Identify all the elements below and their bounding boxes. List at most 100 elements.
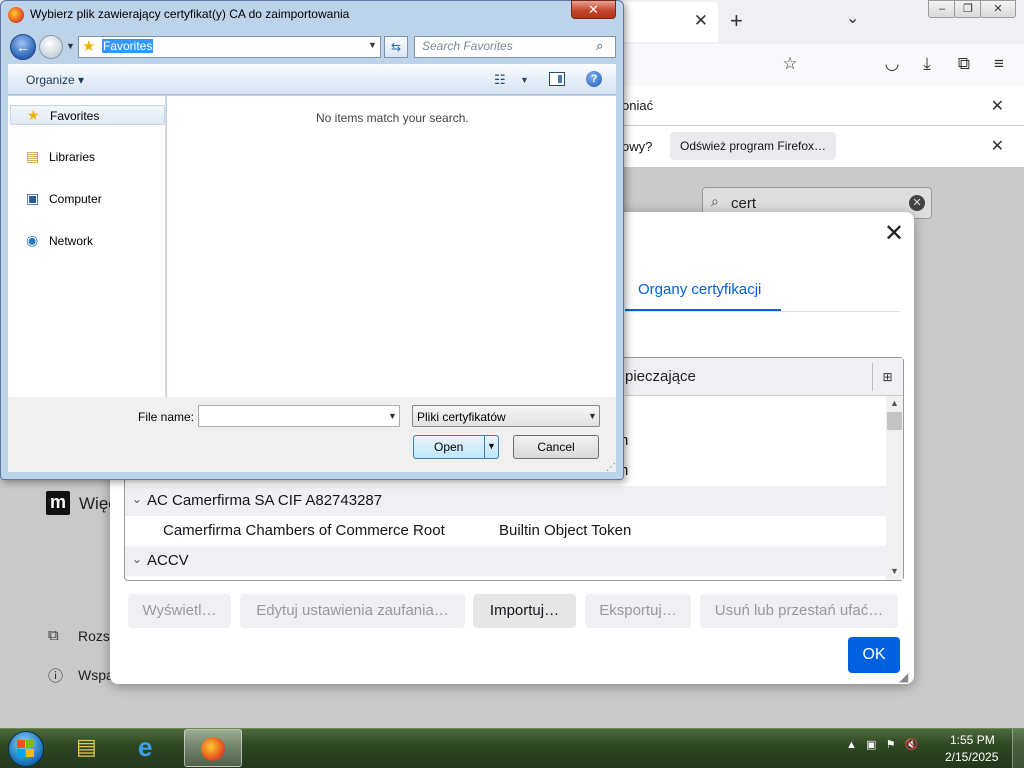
expand-chevron-icon[interactable]: ⌄ bbox=[132, 492, 142, 506]
menu-icon[interactable]: ≡ bbox=[988, 54, 1010, 74]
view-dropdown-icon[interactable]: ▼ bbox=[520, 75, 529, 85]
table-row[interactable]: Camerfirma Chambers of Commerce Root Bui… bbox=[125, 516, 886, 546]
tree-group-row[interactable]: ⌄ AC Camerfirma SA CIF A82743287 bbox=[125, 486, 886, 516]
nav-label: Computer bbox=[49, 192, 102, 206]
file-type-dropdown-icon[interactable]: ▼ bbox=[588, 411, 597, 421]
certificate-name: Camerfirma Chambers of Commerce Root bbox=[163, 522, 445, 539]
search-value: cert bbox=[731, 195, 757, 212]
organize-label: Organize bbox=[26, 73, 75, 87]
edit-trust-button[interactable]: Edytuj ustawienia zaufania… bbox=[240, 594, 465, 628]
nav-item-network[interactable]: ◉ Network bbox=[10, 231, 165, 251]
tab-list-chevron-icon[interactable]: ⌄ bbox=[846, 8, 859, 28]
column-header-label: pieczające bbox=[625, 368, 696, 385]
nav-item-favorites[interactable]: ★ Favorites bbox=[10, 105, 165, 125]
close-button[interactable]: ✕ bbox=[571, 0, 616, 19]
nav-label: Favorites bbox=[50, 109, 100, 123]
help-icon: ⓘ bbox=[48, 668, 64, 685]
view-button[interactable]: Wyświetl… bbox=[128, 594, 231, 628]
ie-icon: e bbox=[138, 732, 153, 762]
file-name-label: File name: bbox=[138, 410, 195, 424]
tab-close-icon[interactable]: ✕ bbox=[694, 11, 708, 31]
firefox-icon bbox=[201, 737, 225, 761]
empty-message: No items match your search. bbox=[316, 111, 469, 125]
file-name-input[interactable] bbox=[198, 405, 400, 427]
pocket-icon[interactable]: ◡ bbox=[881, 54, 903, 74]
tab-certificate-authorities[interactable]: Organy certyfikacji bbox=[625, 279, 781, 311]
taskbar-firefox[interactable] bbox=[184, 729, 242, 767]
system-tray[interactable]: ▲ ▣ ⚑ 🔇 bbox=[846, 738, 918, 751]
nav-item-computer[interactable]: ▣ Computer bbox=[10, 189, 165, 209]
open-button-label: Open bbox=[434, 440, 464, 454]
resize-grip-icon[interactable]: ⋰ bbox=[606, 462, 616, 473]
clear-search-icon[interactable]: ✕ bbox=[909, 195, 925, 211]
file-name-dropdown-icon[interactable]: ▼ bbox=[388, 411, 397, 421]
mozilla-logo-icon: m bbox=[46, 491, 70, 515]
restore-icon[interactable]: ❐ bbox=[954, 0, 982, 18]
clock-date[interactable]: 2/15/2025 bbox=[945, 750, 998, 764]
tab-divider bbox=[625, 311, 900, 312]
search-icon[interactable]: ⌕ bbox=[596, 38, 603, 54]
column-picker-icon[interactable]: ⊞ bbox=[872, 363, 902, 391]
minimize-icon[interactable]: – bbox=[928, 0, 956, 18]
libraries-icon: ▤ bbox=[26, 148, 40, 164]
nav-label: Network bbox=[49, 234, 94, 248]
tree-group-row[interactable]: ⌄ ACCV bbox=[125, 546, 886, 576]
dialog-title: Wybierz plik zawierający certyfikat(y) C… bbox=[30, 7, 350, 21]
open-dropdown-icon[interactable]: ▼ bbox=[487, 441, 496, 451]
row-token: Builtin Object Token bbox=[499, 522, 632, 539]
resize-grip-icon[interactable]: ◢ bbox=[899, 670, 908, 684]
file-list[interactable] bbox=[167, 96, 616, 397]
taskbar-explorer[interactable]: ▤ bbox=[62, 729, 120, 767]
address-text[interactable]: Favorites bbox=[102, 39, 154, 53]
address-dropdown-icon[interactable]: ▼ bbox=[368, 40, 377, 50]
preview-pane-icon[interactable] bbox=[549, 72, 565, 86]
expand-chevron-icon[interactable]: ⌄ bbox=[132, 552, 142, 566]
change-view-icon[interactable]: ☷ bbox=[494, 72, 506, 88]
show-desktop-button[interactable] bbox=[1012, 729, 1024, 768]
file-type-value: Pliki certyfikatów bbox=[417, 410, 506, 424]
favorites-star-icon: ★ bbox=[82, 38, 96, 55]
nav-item-libraries[interactable]: ▤ Libraries bbox=[10, 147, 165, 167]
group-name: AC Camerfirma SA CIF A82743287 bbox=[147, 492, 383, 509]
notification-text: owy? bbox=[622, 139, 653, 154]
help-icon[interactable]: ? bbox=[586, 71, 602, 87]
delete-or-distrust-button[interactable]: Usuń lub przestań ufać… bbox=[700, 594, 898, 628]
group-name: ACCV bbox=[147, 552, 189, 569]
new-tab-icon[interactable]: + bbox=[730, 8, 743, 34]
cancel-button[interactable]: Cancel bbox=[513, 435, 599, 459]
nav-label: Libraries bbox=[49, 150, 96, 164]
network-icon: ◉ bbox=[26, 232, 39, 248]
taskbar-internet-explorer[interactable]: e bbox=[122, 729, 180, 767]
export-button[interactable]: Eksportuj… bbox=[585, 594, 691, 628]
explorer-icon: ▤ bbox=[76, 734, 97, 759]
notification-text: oniać bbox=[622, 98, 654, 113]
import-button[interactable]: Importuj… bbox=[473, 594, 576, 628]
forward-button[interactable] bbox=[39, 35, 63, 59]
search-icon: ⌕ bbox=[711, 193, 719, 209]
downloads-icon[interactable]: ⤓ bbox=[916, 54, 938, 74]
dialog-close-icon[interactable]: ✕ bbox=[884, 219, 904, 248]
scroll-down-icon[interactable]: ▼ bbox=[886, 566, 903, 576]
history-dropdown-icon[interactable]: ▼ bbox=[66, 41, 75, 51]
clock-time[interactable]: 1:55 PM bbox=[950, 733, 995, 747]
extensions-support-icon: ⧉ bbox=[48, 627, 59, 644]
notification-close-icon[interactable]: ✕ bbox=[991, 96, 1004, 116]
refresh-firefox-button[interactable]: Odśwież program Firefox… bbox=[670, 132, 837, 160]
search-placeholder: Search Favorites bbox=[422, 39, 513, 53]
notification-close-icon[interactable]: ✕ bbox=[991, 136, 1004, 156]
scrollbar-thumb[interactable] bbox=[887, 412, 902, 430]
organize-menu[interactable]: Organize ▾ bbox=[26, 73, 84, 87]
star-icon: ★ bbox=[27, 107, 40, 123]
back-button[interactable]: ← bbox=[10, 34, 36, 60]
scroll-up-icon[interactable]: ▲ bbox=[886, 398, 903, 408]
ok-button[interactable]: OK bbox=[848, 637, 900, 673]
sidebar-help-label[interactable]: Wspa bbox=[78, 667, 114, 683]
windows-logo-icon bbox=[17, 740, 35, 758]
open-split-divider bbox=[484, 436, 485, 458]
computer-icon: ▣ bbox=[26, 190, 40, 206]
window-close-icon[interactable]: ✕ bbox=[980, 0, 1016, 18]
firefox-icon bbox=[8, 7, 24, 23]
extensions-icon[interactable]: ⧉ bbox=[953, 54, 975, 74]
bookmark-star-icon[interactable]: ☆ bbox=[779, 54, 801, 74]
refresh-button[interactable]: ⇆ bbox=[384, 36, 408, 58]
